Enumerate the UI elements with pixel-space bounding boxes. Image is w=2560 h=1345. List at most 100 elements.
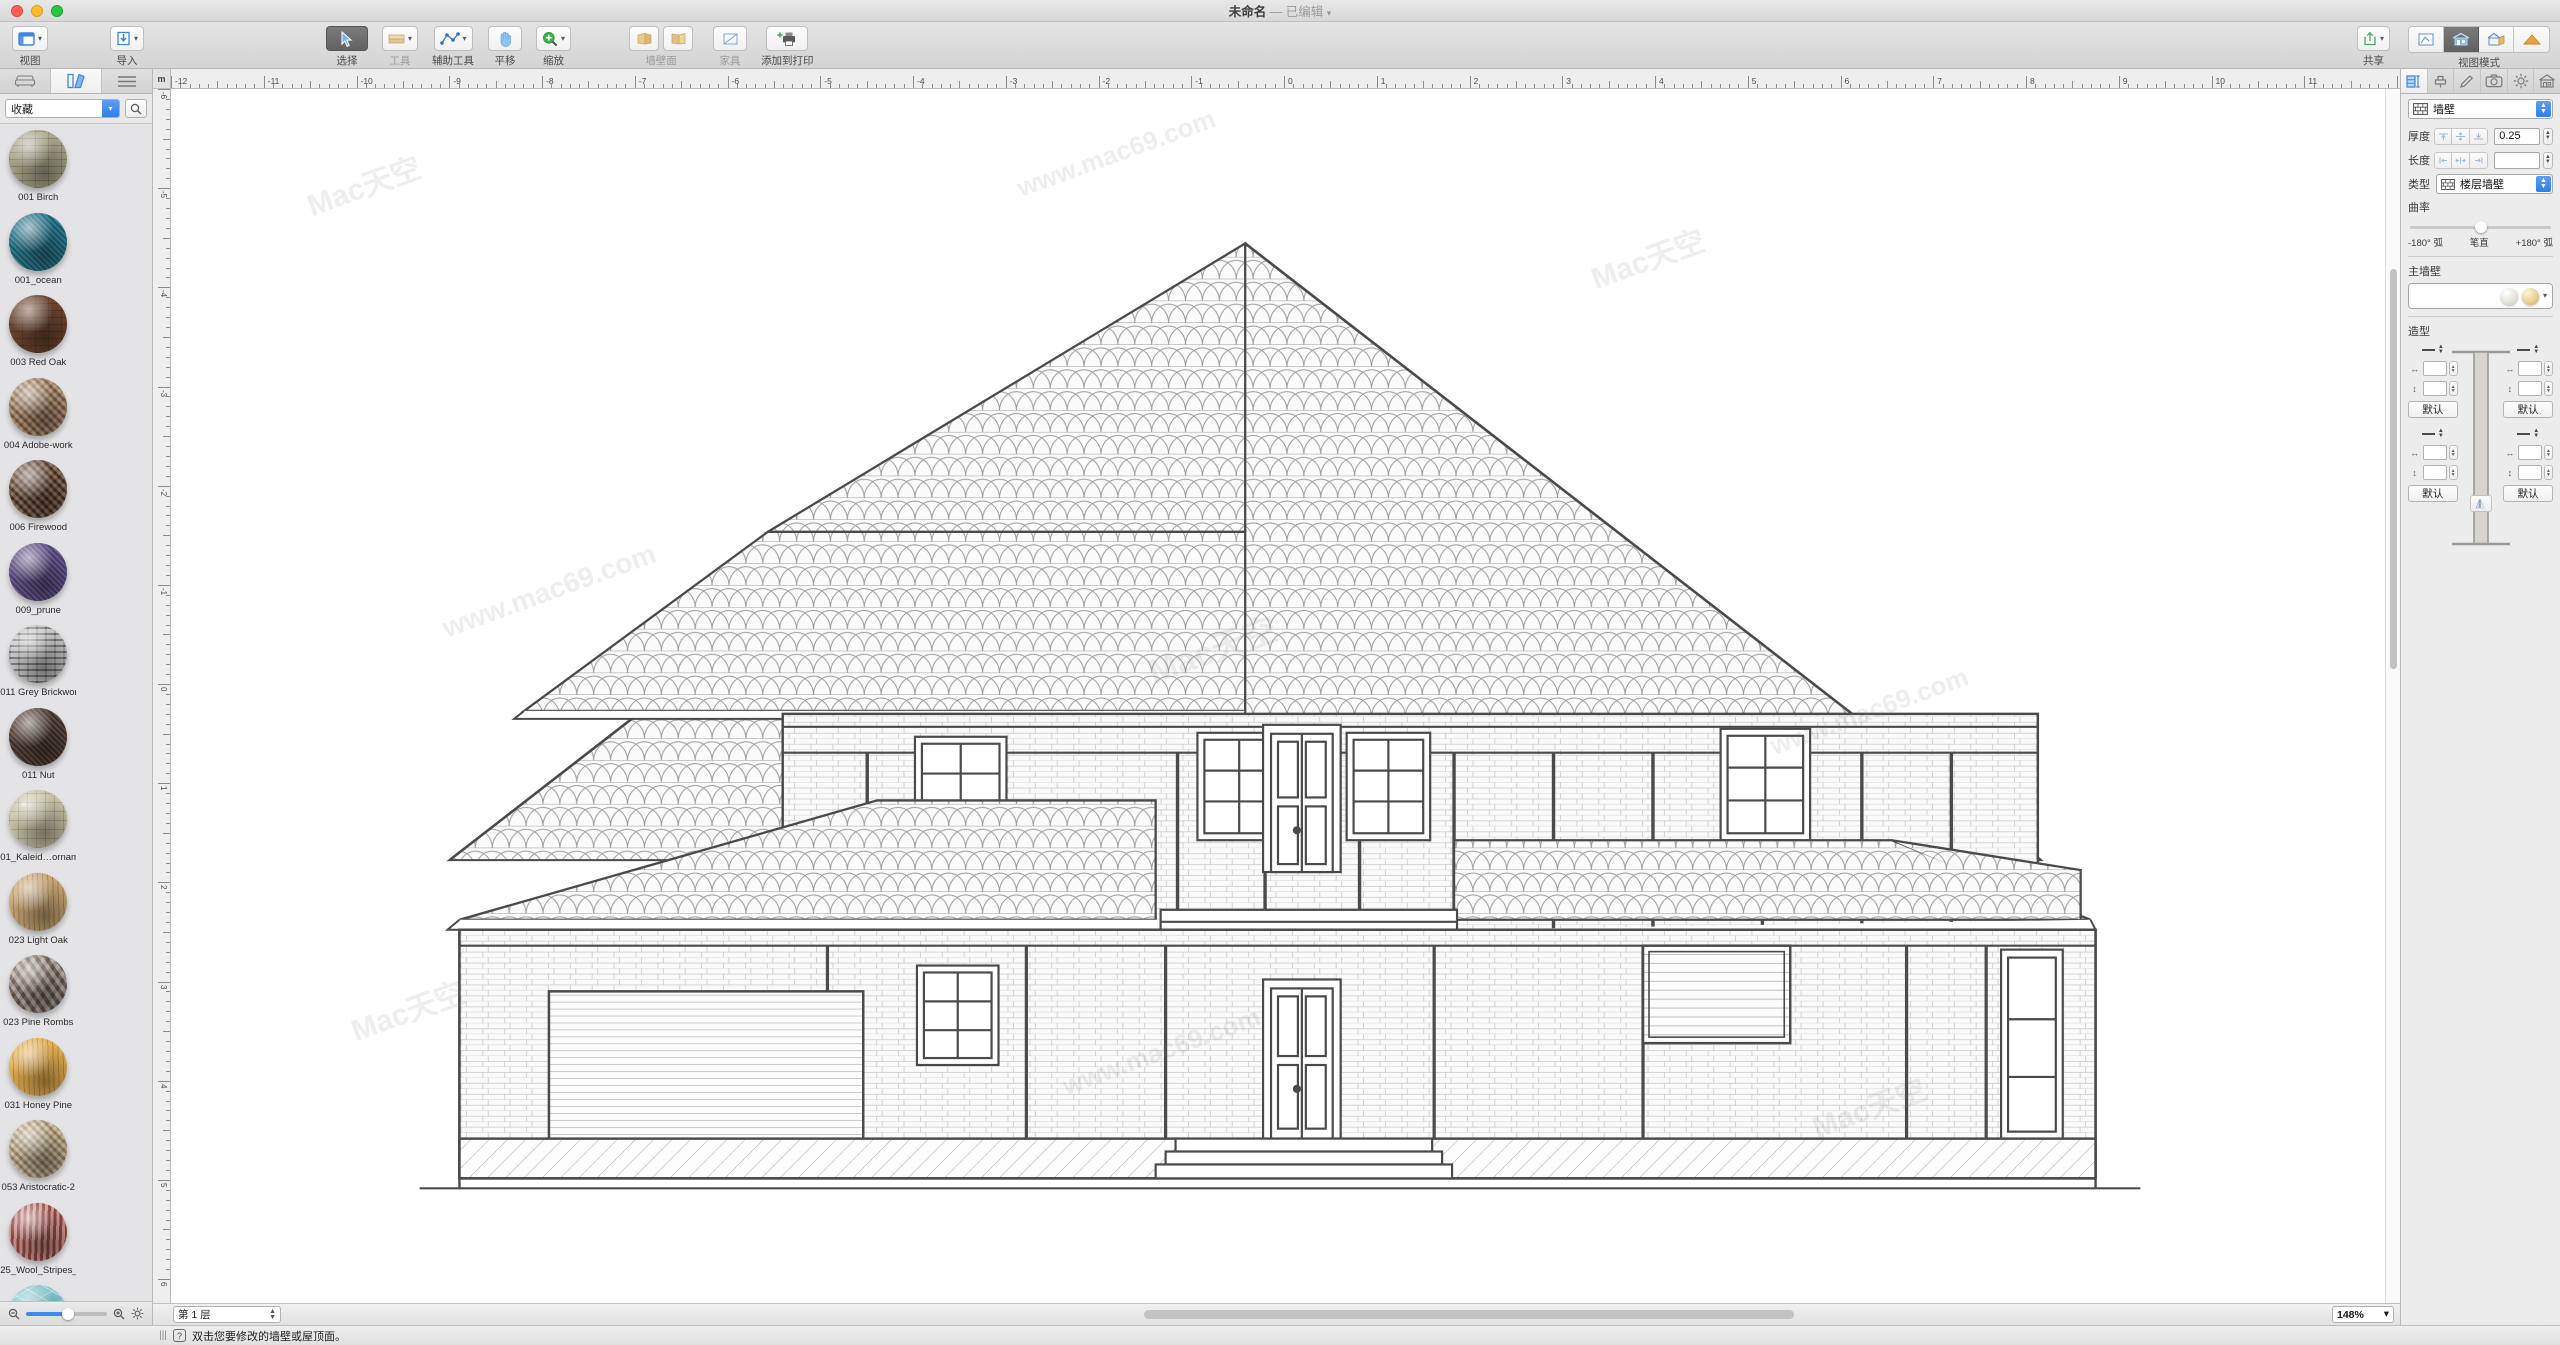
- gear-icon[interactable]: [131, 1307, 144, 1320]
- material-category-select[interactable]: 收藏 ▾: [5, 99, 120, 118]
- zoom-level-selector[interactable]: 148% ▾: [2332, 1306, 2394, 1323]
- material-item[interactable]: 009_prune: [0, 542, 77, 626]
- view-chevron-down-icon[interactable]: ▾: [38, 34, 42, 43]
- material-thumbnail[interactable]: [9, 790, 68, 848]
- curvature-slider-knob[interactable]: [2474, 221, 2487, 233]
- import-chevron-down-icon[interactable]: ▾: [134, 34, 138, 43]
- br-profile-stepper[interactable]: ▲ ▼: [2533, 428, 2539, 439]
- tr-width-input[interactable]: [2518, 361, 2542, 376]
- zoom-in-icon[interactable]: [113, 1308, 125, 1320]
- status-grip-icon[interactable]: |||: [153, 1330, 173, 1341]
- toolbar-item-select[interactable]: 选择: [326, 22, 369, 68]
- br-height-stepper[interactable]: ▲ ▼: [2544, 465, 2553, 480]
- bl-profile-stepper[interactable]: ▲ ▼: [2438, 428, 2444, 439]
- material-item[interactable]: 25_Wool_Stripes_2: [0, 1202, 77, 1286]
- vertical-scrollbar-thumb[interactable]: [2390, 269, 2397, 669]
- select-button[interactable]: [326, 26, 369, 51]
- inspector-tab-wall[interactable]: [2401, 69, 2428, 93]
- material-thumbnail[interactable]: [9, 625, 68, 683]
- tl-width-input[interactable]: [2423, 361, 2447, 376]
- material-item[interactable]: 004 Adobe-work: [0, 377, 77, 461]
- material-grid[interactable]: 001 Birch 001_ocean 003 Red Oak 004 Adobe-w…: [0, 124, 152, 1301]
- length-input[interactable]: [2494, 151, 2540, 169]
- material-thumbnail[interactable]: [9, 707, 68, 766]
- br-width-input[interactable]: [2518, 445, 2542, 460]
- material-thumbnail[interactable]: [9, 460, 68, 518]
- toolbar-item-zoom[interactable]: ▾ 缩放: [536, 22, 572, 68]
- zoom-chevron-down-icon[interactable]: ▾: [561, 34, 565, 43]
- material-item[interactable]: 001 Birch: [0, 130, 77, 213]
- tr-height-input[interactable]: [2518, 381, 2542, 396]
- material-item[interactable]: 011 Nut: [0, 707, 77, 791]
- material-swatch-1[interactable]: [2500, 287, 2518, 305]
- align-left-icon[interactable]: [2434, 151, 2453, 169]
- sidebar-search-button[interactable]: [125, 99, 147, 118]
- material-thumbnail[interactable]: [9, 1285, 68, 1301]
- tool-chevron-down-icon[interactable]: ▾: [408, 34, 412, 43]
- toolbar-item-pan[interactable]: 平移: [488, 22, 523, 68]
- material-item[interactable]: 053 Aristocratic-2: [0, 1120, 77, 1203]
- material-thumbnail[interactable]: [9, 542, 68, 601]
- material-item[interactable]: 32_Deep…ean Marble: [0, 1285, 77, 1301]
- thumbnail-size-slider[interactable]: [26, 1307, 107, 1320]
- material-item[interactable]: 006 Firewood: [0, 460, 77, 543]
- category-chevron-down-icon[interactable]: ▾: [102, 100, 119, 117]
- toolbar-item-view[interactable]: ▾ 视图: [12, 22, 49, 68]
- add-to-print-button[interactable]: [766, 26, 809, 51]
- viewmode-plan-button[interactable]: [2409, 27, 2444, 52]
- br-height-input[interactable]: [2518, 465, 2542, 480]
- bl-height-input[interactable]: [2423, 465, 2447, 480]
- inspector-tab-draw[interactable]: [2454, 69, 2482, 93]
- align-center-icon[interactable]: [2452, 127, 2471, 145]
- tr-height-stepper[interactable]: ▲ ▼: [2544, 381, 2553, 396]
- object-type-select[interactable]: 墙壁 ▲ ▼: [2408, 99, 2553, 119]
- inspector-tab-building[interactable]: [2534, 69, 2560, 93]
- sidebar-tab-materials[interactable]: [51, 69, 102, 93]
- thumbnail-size-slider-knob[interactable]: [61, 1307, 74, 1320]
- tr-width-stepper[interactable]: ▲ ▼: [2544, 361, 2553, 376]
- tr-profile-stepper[interactable]: ▲ ▼: [2533, 344, 2539, 355]
- thickness-stepper[interactable]: ▲ ▼: [2542, 127, 2554, 145]
- furniture-button[interactable]: [713, 26, 748, 51]
- length-alignment-segments[interactable]: [2434, 151, 2489, 169]
- inspector-tab-camera[interactable]: [2481, 69, 2508, 93]
- material-item[interactable]: 001_ocean: [0, 212, 77, 296]
- material-item[interactable]: 01_Kaleid…ornament: [0, 790, 77, 873]
- share-chevron-down-icon[interactable]: ▾: [2380, 34, 2384, 43]
- tl-profile-stepper[interactable]: ▲ ▼: [2438, 344, 2444, 355]
- assist-tool-chevron-down-icon[interactable]: ▾: [463, 34, 467, 43]
- wall-face-button-a[interactable]: [629, 26, 660, 51]
- toolbar-item-viewmode[interactable]: 视图模式: [2408, 22, 2550, 70]
- toolbar-item-wallface[interactable]: 墙壁面: [629, 22, 694, 68]
- inspector-tab-light[interactable]: [2508, 69, 2535, 93]
- material-thumbnail[interactable]: [9, 872, 68, 931]
- material-thumbnail[interactable]: [9, 1037, 68, 1096]
- inspector-tab-paint[interactable]: [2428, 69, 2455, 93]
- wall-face-button-b[interactable]: [663, 26, 694, 51]
- material-thumbnail[interactable]: [9, 1120, 68, 1178]
- viewmode-perspective-button[interactable]: [2479, 27, 2514, 52]
- floor-stepper-icon[interactable]: ▲ ▼: [269, 1308, 276, 1321]
- material-item[interactable]: 023 Light Oak: [0, 872, 77, 956]
- wall-type-stepper[interactable]: ▲ ▼: [2536, 176, 2551, 192]
- help-icon[interactable]: ?: [173, 1329, 186, 1342]
- main-wall-material-picker[interactable]: ▾: [2408, 283, 2553, 309]
- br-width-stepper[interactable]: ▲ ▼: [2544, 445, 2553, 460]
- vertical-scrollbar[interactable]: [2385, 89, 2400, 1303]
- toolbar-item-addtoprint[interactable]: 添加到打印: [761, 22, 814, 68]
- tl-height-input[interactable]: [2423, 381, 2447, 396]
- align-top-icon[interactable]: [2434, 127, 2453, 145]
- material-item[interactable]: 011 Grey Brickwork: [0, 625, 77, 708]
- thickness-input[interactable]: 0.25: [2494, 127, 2540, 145]
- mirror-button[interactable]: [2469, 495, 2492, 512]
- zoom-out-icon[interactable]: [8, 1308, 20, 1320]
- sidebar-tab-list[interactable]: [102, 69, 152, 93]
- align-middle-icon[interactable]: [2452, 151, 2471, 169]
- object-type-stepper[interactable]: ▲ ▼: [2536, 101, 2551, 117]
- import-button[interactable]: ▾: [110, 26, 145, 51]
- align-bottom-icon[interactable]: [2470, 127, 2489, 145]
- assist-tool-button[interactable]: ▾: [433, 26, 473, 51]
- material-swatch-2[interactable]: [2521, 287, 2539, 305]
- vertical-ruler[interactable]: -6 -5 -4 -3 -2 -1 0 1 2 3 4 5 6: [153, 89, 171, 1303]
- drawing-canvas[interactable]: Mac天空 www.mac69.com Mac天空 www.mac69.com …: [171, 89, 2385, 1303]
